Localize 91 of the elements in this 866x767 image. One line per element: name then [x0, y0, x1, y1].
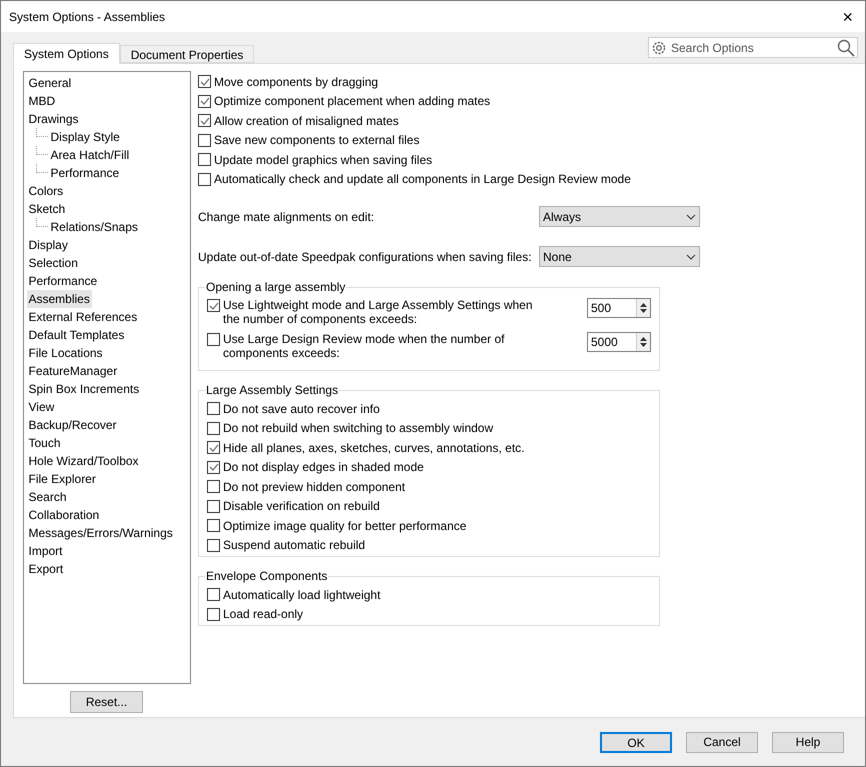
- tab[interactable]: System Options: [13, 43, 120, 64]
- checkbox[interactable]: [198, 94, 211, 108]
- group-title: Large Assembly Settings: [205, 382, 340, 399]
- option-label: Do not save auto recover info: [223, 400, 380, 418]
- number-spinner[interactable]: 500: [587, 298, 651, 318]
- option-label: Load read-only: [223, 606, 304, 624]
- checkbox[interactable]: [207, 441, 220, 454]
- tree-item[interactable]: File Explorer: [26, 470, 98, 488]
- checkbox[interactable]: [198, 134, 211, 147]
- checkbox[interactable]: [207, 333, 220, 346]
- field-label: Update out-of-date Speedpak configurations when saving files:: [198, 248, 532, 266]
- checkbox[interactable]: [207, 588, 220, 602]
- tree-item[interactable]: Display: [26, 236, 70, 254]
- option-label: Optimize component placement when adding mates: [214, 93, 490, 110]
- option-label: Use Lightweight mode and Large Assembly Settings when the number of components exceeds:: [223, 298, 534, 326]
- option-label: Do not display edges in shaded mode: [223, 459, 424, 476]
- search-field[interactable]: Search Options: [648, 37, 858, 58]
- tree-item[interactable]: Relations/Snaps: [48, 218, 140, 236]
- tree-item[interactable]: Performance: [48, 164, 122, 182]
- tree-item[interactable]: Touch: [26, 434, 63, 452]
- tree-item[interactable]: Colors: [26, 182, 66, 200]
- option-label: Optimize image quality for better performance: [223, 518, 466, 535]
- checkbox[interactable]: [207, 480, 220, 494]
- tree-item[interactable]: External References: [26, 308, 140, 326]
- checkbox[interactable]: [198, 172, 211, 186]
- option-label: Automatically load lightweight: [223, 586, 380, 604]
- tree-item[interactable]: View: [26, 398, 56, 416]
- checkbox[interactable]: [207, 519, 220, 532]
- close-button[interactable]: ×: [840, 8, 855, 26]
- down-arrow-icon: [640, 343, 647, 347]
- option-label: Move components by dragging: [214, 74, 378, 91]
- checkbox[interactable]: [207, 299, 220, 312]
- option-label: Do not preview hidden component: [223, 478, 406, 496]
- checkbox[interactable]: [207, 608, 220, 621]
- window-title: System Options - Assemblies: [9, 8, 166, 26]
- option-label: Allow creation of misaligned mates: [214, 112, 399, 130]
- tree-item[interactable]: Area Hatch/Fill: [48, 146, 132, 164]
- gear-icon: [651, 40, 667, 56]
- tree-item[interactable]: Display Style: [48, 128, 122, 146]
- option-label: Use Large Design Review mode when the number of components exceeds:: [223, 332, 506, 360]
- dropdown[interactable]: Always: [539, 206, 700, 227]
- group-title: Envelope Components: [205, 568, 328, 585]
- option-label: Suspend automatic rebuild: [223, 537, 366, 554]
- chevron-down-icon: [686, 214, 696, 220]
- dropdown[interactable]: None: [539, 246, 700, 267]
- checkbox[interactable]: [198, 153, 211, 166]
- tree-item[interactable]: Backup/Recover: [26, 416, 119, 434]
- tree-item[interactable]: Default Templates: [26, 326, 126, 344]
- option-label: Update model graphics when saving files: [214, 152, 432, 169]
- chevron-down-icon: [686, 254, 696, 260]
- number-spinner[interactable]: 5000: [587, 332, 651, 352]
- dialog-button[interactable]: Cancel: [686, 732, 758, 752]
- tree-item[interactable]: Hole Wizard/Toolbox: [26, 452, 141, 470]
- checkbox[interactable]: [207, 402, 220, 416]
- tree-item[interactable]: Assemblies: [26, 290, 92, 308]
- search-input[interactable]: Search Options: [671, 38, 833, 56]
- tree-item[interactable]: Selection: [26, 254, 80, 272]
- tree-item[interactable]: Sketch: [26, 200, 68, 218]
- dialog-button[interactable]: OK: [600, 732, 672, 752]
- tree-item[interactable]: Export: [26, 560, 66, 578]
- option-label: Save new components to external files: [214, 132, 420, 150]
- up-arrow-icon: [640, 303, 647, 307]
- tab[interactable]: Document Properties: [120, 45, 254, 63]
- checkbox[interactable]: [207, 538, 220, 552]
- checkbox[interactable]: [198, 114, 211, 128]
- tree-item[interactable]: Drawings: [26, 110, 81, 128]
- tree-item[interactable]: Search: [26, 488, 69, 506]
- option-label: Automatically check and update all components in Large Design Review mode: [214, 171, 631, 188]
- option-label: Hide all planes, axes, sketches, curves, annotations, etc.: [223, 440, 524, 457]
- checkbox[interactable]: [207, 460, 220, 474]
- tree-item[interactable]: File Locations: [26, 344, 105, 362]
- up-arrow-icon: [640, 337, 647, 341]
- checkbox[interactable]: [207, 422, 220, 435]
- tree-item[interactable]: Performance: [26, 272, 100, 290]
- tree-item[interactable]: General: [26, 74, 74, 92]
- field-label: Change mate alignments on edit:: [198, 208, 374, 226]
- down-arrow-icon: [640, 309, 647, 313]
- option-label: Do not rebuild when switching to assembly window: [223, 420, 494, 438]
- option-label: Disable verification on rebuild: [223, 498, 380, 516]
- tree-item[interactable]: Import: [26, 542, 65, 560]
- checkbox[interactable]: [198, 75, 211, 88]
- tree-item[interactable]: Spin Box Increments: [26, 380, 142, 398]
- tree-item[interactable]: Collaboration: [26, 506, 102, 524]
- checkbox[interactable]: [207, 500, 220, 513]
- group-title: Opening a large assembly: [205, 279, 346, 296]
- reset-button[interactable]: Reset...: [70, 691, 143, 713]
- dialog-button[interactable]: Help: [772, 732, 844, 752]
- tree-item[interactable]: Messages/Errors/Warnings: [26, 524, 175, 542]
- tree-item[interactable]: MBD: [26, 92, 58, 110]
- search-icon: [837, 38, 855, 56]
- tree-item[interactable]: FeatureManager: [26, 362, 120, 380]
